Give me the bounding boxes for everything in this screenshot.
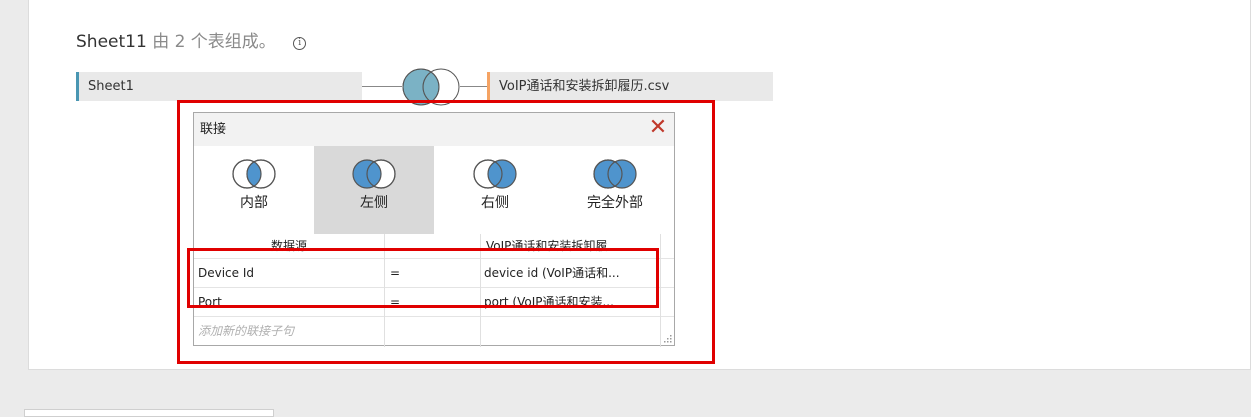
highlight-box-clauses [187, 248, 659, 308]
page-title: Sheet11 由 2 个表组成。 i [76, 27, 307, 52]
info-icon[interactable]: i [293, 37, 307, 50]
join-connector-right [460, 86, 487, 87]
highlight-box-dialog [177, 100, 715, 364]
sheet-description: 由 2 个表组成。 [152, 32, 276, 52]
join-connector-left [362, 86, 402, 87]
table-right[interactable]: VoIP通话和安装拆卸履历.csv [487, 72, 773, 101]
table-left[interactable]: Sheet1 [76, 72, 362, 101]
table-left-label: Sheet1 [88, 79, 134, 94]
bottom-toolbar-field[interactable] [24, 409, 274, 417]
table-right-label: VoIP通话和安装拆卸履历.csv [499, 79, 670, 94]
sheet-name: Sheet11 [76, 32, 147, 52]
